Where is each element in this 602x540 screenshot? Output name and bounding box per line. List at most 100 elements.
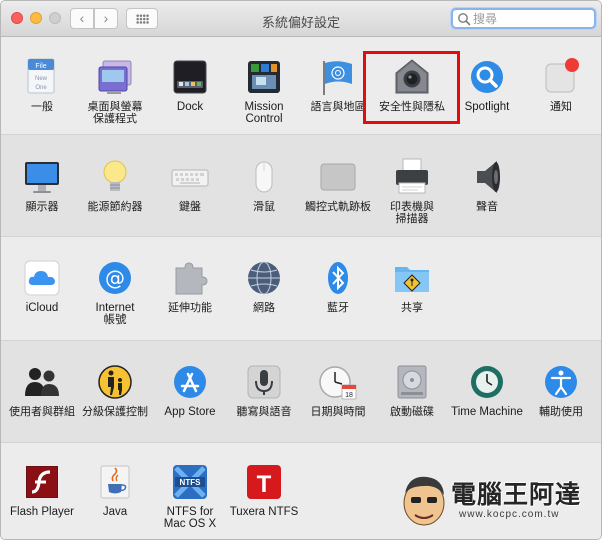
minimize-window-button[interactable]: [30, 12, 42, 24]
pref-label: Flash Player: [10, 506, 74, 518]
pref-tuxera-ntfs[interactable]: T Tuxera NTFS: [227, 462, 301, 518]
pref-label: 分級保護控制: [82, 405, 148, 418]
pref-label: 鍵盤: [179, 200, 201, 213]
svg-text:NTFS: NTFS: [180, 478, 202, 487]
pref-label: 共享: [401, 301, 423, 314]
pref-notifications[interactable]: 通知: [524, 57, 598, 113]
show-all-button[interactable]: [126, 8, 158, 29]
svg-text:18: 18: [345, 392, 353, 399]
pref-dock[interactable]: Dock: [153, 57, 227, 113]
pref-label: 桌面與螢幕 保護程式: [87, 100, 143, 125]
pref-label: 日期與時間: [310, 405, 366, 418]
trackpad-icon: [320, 163, 356, 191]
pref-sharing[interactable]: 共享: [375, 258, 449, 314]
pref-internet-accounts[interactable]: @ Internet 帳號: [78, 258, 152, 326]
microphone-icon: [247, 365, 281, 399]
internet-wireless-section: iCloud @ Internet 帳號 延伸功能 網路 藍牙 共享: [1, 238, 601, 339]
pref-general[interactable]: File New One 一般: [5, 57, 79, 113]
pref-label: 聽寫與語音: [236, 405, 292, 418]
startup-disk-icon: [397, 365, 427, 399]
watermark-title: 電腦王阿達: [451, 480, 582, 509]
printer-icon: [396, 158, 428, 194]
pref-printers-scanners[interactable]: 印表機與 掃描器: [375, 157, 449, 225]
chevron-left-icon: ‹: [79, 10, 85, 26]
pref-extensions[interactable]: 延伸功能: [153, 258, 227, 314]
pref-network[interactable]: 網路: [227, 258, 301, 314]
pref-displays[interactable]: 顯示器: [5, 157, 79, 213]
chevron-right-icon: ›: [103, 10, 109, 26]
pref-label: 安全性與隱私: [379, 100, 445, 113]
zoom-window-button[interactable]: [49, 12, 61, 24]
pref-desktop-screensaver[interactable]: 桌面與螢幕 保護程式: [78, 57, 152, 125]
pref-flash-player[interactable]: Flash Player: [5, 462, 79, 518]
pref-label: Tuxera NTFS: [229, 506, 299, 518]
keyboard-icon: [171, 169, 209, 187]
forward-button[interactable]: ›: [94, 8, 118, 29]
watermark: 電腦王阿達 www.kocpc.com.tw: [397, 471, 597, 537]
pref-label: 能源節約器: [87, 200, 143, 213]
mascot-logo-icon: [403, 476, 445, 526]
display-icon: [25, 162, 59, 193]
notifications-icon: [545, 58, 579, 93]
general-file-icon: File New One: [27, 58, 55, 94]
pref-label: Java: [102, 506, 128, 518]
flash-player-icon: [26, 466, 58, 498]
pref-energy-saver[interactable]: 能源節約器: [78, 157, 152, 213]
pref-label: Time Machine: [451, 406, 523, 418]
pref-security-privacy[interactable]: 安全性與隱私: [375, 57, 449, 113]
title-bar: ‹ › 系統偏好設定: [1, 1, 601, 37]
pref-mouse[interactable]: 滑鼠: [227, 157, 301, 213]
speaker-icon: [477, 161, 500, 193]
icloud-icon: [24, 260, 60, 296]
pref-icloud[interactable]: iCloud: [5, 258, 79, 314]
pref-accessibility[interactable]: 輔助使用: [524, 362, 598, 418]
pref-label: NTFS for Mac OS X: [163, 506, 217, 530]
pref-label: 印表機與 掃描器: [390, 200, 434, 225]
pref-trackpad[interactable]: 觸控式軌跡板: [301, 157, 375, 213]
pref-label: 藍牙: [327, 301, 349, 314]
pref-label: 聲音: [476, 200, 498, 213]
pref-label: iCloud: [25, 302, 59, 314]
mouse-icon: [255, 161, 273, 193]
grid-icon: [136, 14, 149, 24]
security-house-icon: [395, 59, 429, 94]
extensions-puzzle-icon: [175, 262, 208, 295]
app-store-icon: [174, 366, 206, 398]
pref-label: 啟動磁碟: [390, 405, 434, 418]
pref-label: Dock: [176, 101, 204, 113]
pref-label: 網路: [253, 301, 275, 314]
svg-text:One: One: [35, 85, 47, 91]
pref-bluetooth[interactable]: 藍牙: [301, 258, 375, 314]
pref-sound[interactable]: 聲音: [450, 157, 524, 213]
system-section: 使用者與群組 分級保護控制 App Store 聽寫與語音 18 日期與時間 啟…: [1, 340, 601, 443]
pref-dictation-speech[interactable]: 聽寫與語音: [227, 362, 301, 418]
watermark-url: www.kocpc.com.tw: [459, 509, 560, 520]
pref-users-groups[interactable]: 使用者與群組: [5, 362, 79, 418]
lightbulb-icon: [103, 160, 127, 191]
pref-mission-control[interactable]: Mission Control: [227, 57, 301, 125]
pref-time-machine[interactable]: Time Machine: [450, 362, 524, 418]
pref-ntfs-for-mac[interactable]: NTFS NTFS for Mac OS X: [153, 462, 227, 530]
pref-keyboard[interactable]: 鍵盤: [153, 157, 227, 213]
svg-text:New: New: [35, 76, 48, 82]
pref-date-time[interactable]: 18 日期與時間: [301, 362, 375, 418]
pref-startup-disk[interactable]: 啟動磁碟: [375, 362, 449, 418]
hardware-section: 顯示器 能源節約器 鍵盤 滑鼠 觸控式軌跡板 印表機與 掃描器 聲音: [1, 134, 601, 237]
pref-java[interactable]: Java: [78, 462, 152, 518]
pref-label: 滑鼠: [253, 200, 275, 213]
search-field[interactable]: [451, 8, 596, 29]
search-input[interactable]: [473, 11, 591, 27]
spotlight-magnifier-icon: [471, 61, 503, 93]
close-window-button[interactable]: [11, 12, 23, 24]
parental-controls-icon: [98, 365, 132, 399]
clock-calendar-icon: 18: [319, 366, 357, 400]
pref-language-region[interactable]: 語言與地區: [301, 57, 375, 113]
system-preferences-window: ‹ › 系統偏好設定 File New One 一般: [0, 0, 602, 540]
back-button[interactable]: ‹: [70, 8, 94, 29]
pref-label: Internet 帳號: [95, 302, 135, 326]
pref-parental-controls[interactable]: 分級保護控制: [78, 362, 152, 418]
accessibility-icon: [545, 366, 577, 398]
pref-spotlight[interactable]: Spotlight: [450, 57, 524, 113]
pref-app-store[interactable]: App Store: [153, 362, 227, 418]
pref-label: 使用者與群組: [9, 405, 75, 418]
